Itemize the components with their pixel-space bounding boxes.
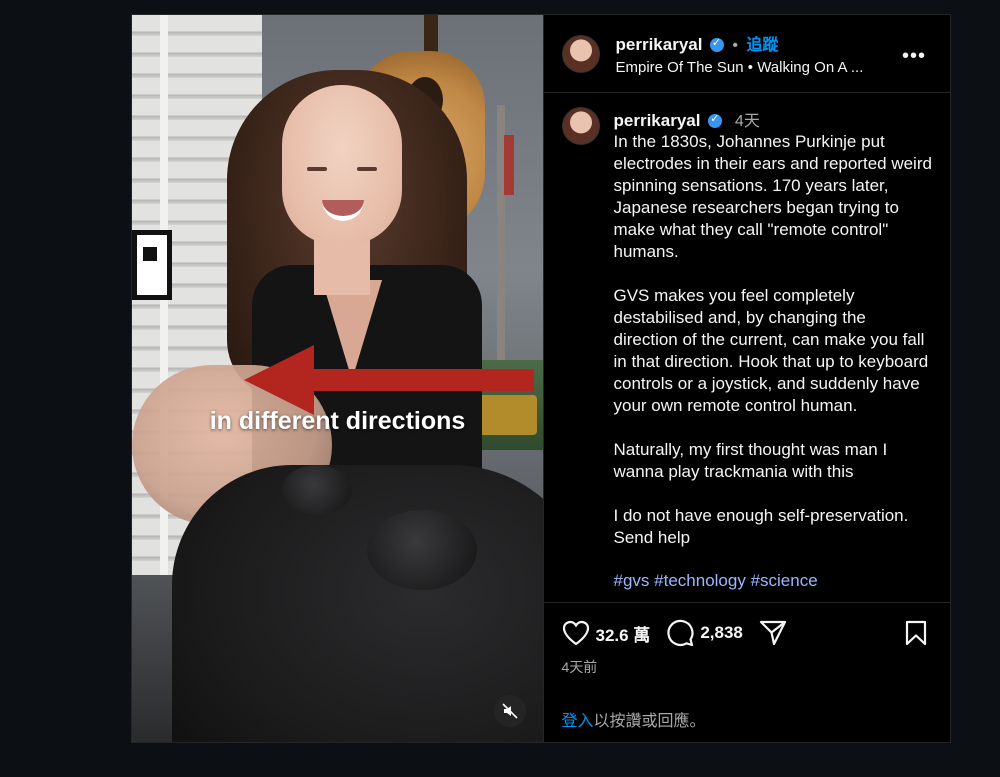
share-icon [759,620,786,646]
hashtag-link[interactable]: #technology [654,571,746,590]
save-button[interactable] [904,620,928,646]
like-button[interactable]: 32.6 萬 [562,620,667,646]
speaker-muted-icon [502,703,518,719]
arrow-left-icon [244,345,534,415]
marker-sign [132,230,172,300]
more-options-button[interactable]: ••• [902,45,926,68]
comment-icon [667,619,694,647]
verified-badge-icon [708,112,723,128]
like-count: 32.6 萬 [595,625,651,645]
share-button[interactable] [759,619,787,647]
game-controller [172,465,543,742]
video-player[interactable]: in different directions [132,15,543,742]
post-actions: 32.6 萬 2,838 4天前 登入以按讚或回應。 [543,602,950,742]
audio-link[interactable]: Empire Of The Sun • Walking On A ... [616,59,864,76]
caption-area: perrikaryal 4天 In the 1830s, Johannes Pu… [544,93,951,602]
post-header: perrikaryal • 追蹤 Empire Of The Sun • Wal… [543,15,950,93]
comment-count: 2,838 [700,623,743,642]
mute-button[interactable] [494,695,526,727]
hashtag-link[interactable]: #science [751,571,818,590]
follow-button[interactable]: 追蹤 [746,37,778,54]
login-prompt: 登入以按讚或回應。 [561,713,706,730]
post-date[interactable]: 4天前 [562,657,933,677]
avatar[interactable] [561,34,600,73]
hashtag-link[interactable]: #gvs [614,571,650,590]
caption-time[interactable]: 4天 [735,113,760,130]
hashtags: #gvs #technology #science [614,571,933,591]
avatar[interactable] [561,107,600,145]
comment-button[interactable]: 2,838 [666,619,759,647]
bookmark-icon [905,620,927,646]
heart-icon [562,620,589,646]
video-caption: in different directions [209,407,466,435]
login-link[interactable]: 登入 [562,713,594,730]
caption-text: In the 1830s, Johannes Purkinje put elec… [613,132,932,547]
post-sidebar: perrikaryal • 追蹤 Empire Of The Sun • Wal… [542,15,951,742]
post-modal: in different directions perrikaryal • 追蹤… [131,14,951,743]
caption-username[interactable]: perrikaryal [614,111,701,130]
verified-badge-icon [709,36,724,52]
username-link[interactable]: perrikaryal [616,35,703,54]
